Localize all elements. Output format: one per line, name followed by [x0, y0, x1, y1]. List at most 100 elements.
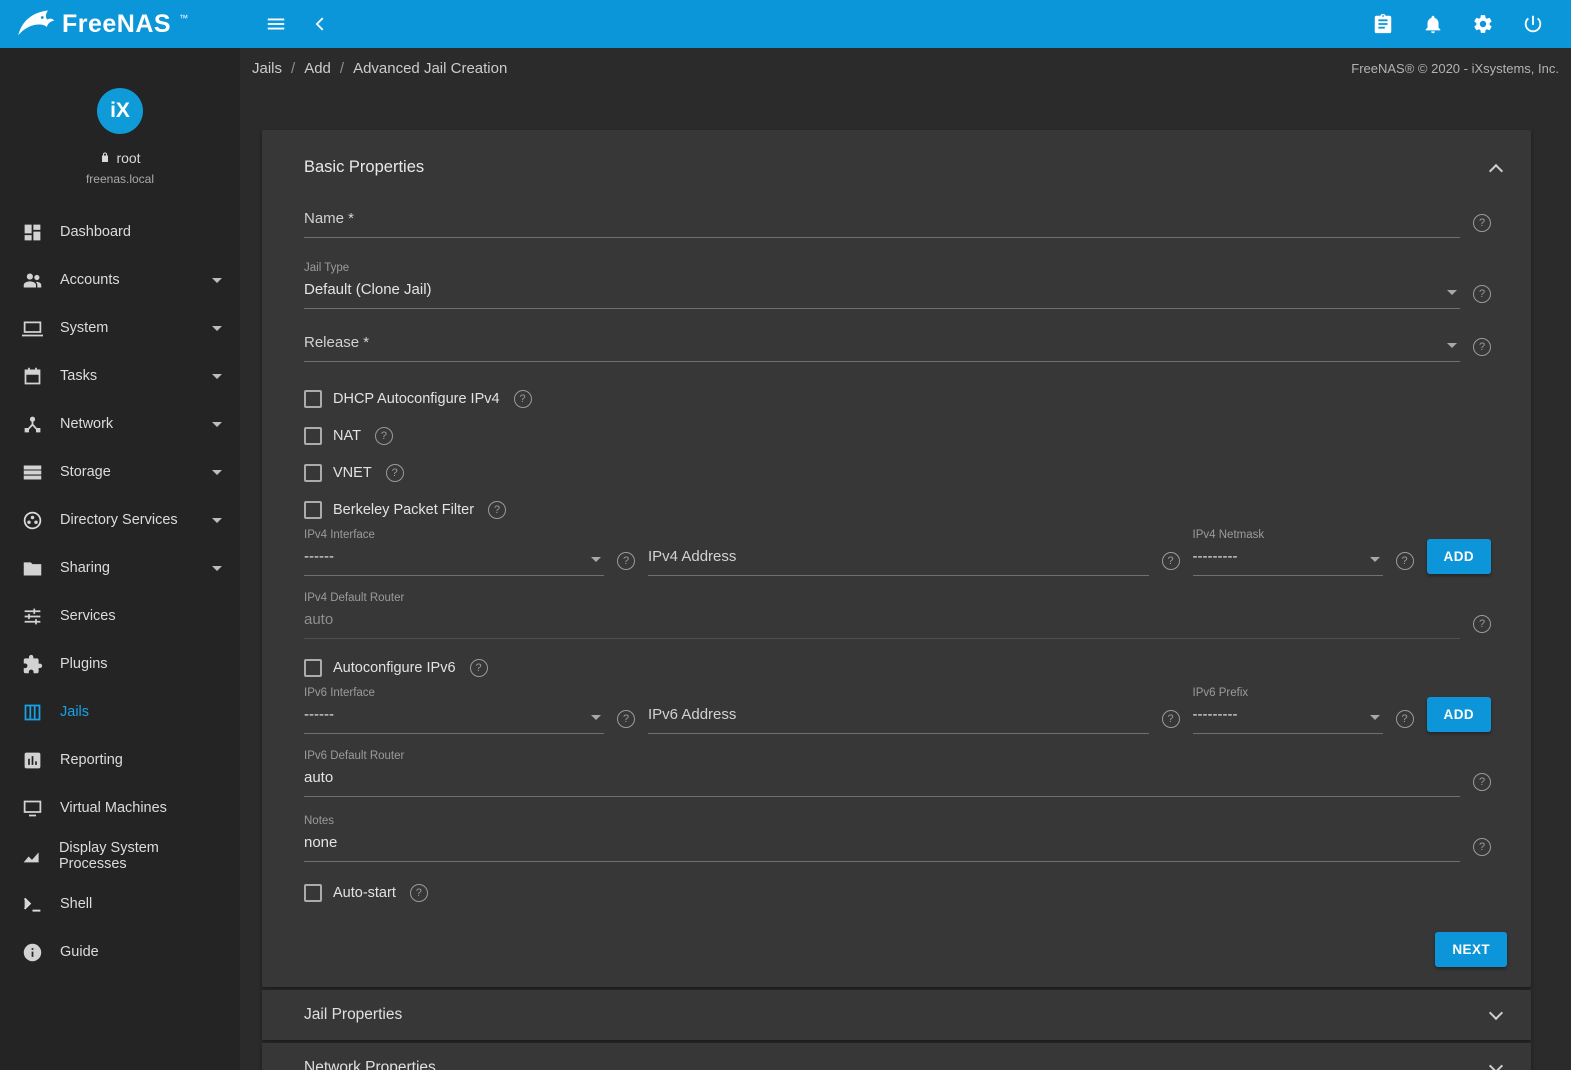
sidebar-item-jails[interactable]: Jails — [0, 688, 240, 736]
dhcp-checkbox[interactable] — [304, 390, 322, 408]
chevron-down-icon — [212, 326, 222, 331]
sidebar-item-guide[interactable]: Guide — [0, 928, 240, 976]
ipv6-address-input[interactable]: IPv6 Address — [648, 705, 1149, 734]
bpf-checkbox[interactable] — [304, 501, 322, 519]
notes-input[interactable]: Notes none — [304, 815, 1460, 862]
sidebar-item-accounts[interactable]: Accounts — [0, 256, 240, 304]
ipv6-add-button[interactable]: ADD — [1427, 697, 1491, 732]
help-icon[interactable]: ? — [410, 884, 428, 902]
people-icon — [22, 270, 43, 291]
sidebar-item-network[interactable]: Network — [0, 400, 240, 448]
jail-icon — [22, 702, 43, 723]
chevron-up-icon[interactable] — [1489, 163, 1503, 177]
back-button[interactable] — [298, 2, 342, 46]
topbar-actions — [1361, 2, 1571, 46]
sidebar-item-tasks[interactable]: Tasks — [0, 352, 240, 400]
gear-icon — [1472, 13, 1494, 35]
help-icon[interactable]: ? — [1162, 552, 1180, 570]
help-icon[interactable]: ? — [375, 427, 393, 445]
ipv4-netmask-select[interactable]: IPv4 Netmask --------- — [1193, 529, 1383, 576]
ipv6-prefix-select[interactable]: IPv6 Prefix --------- — [1193, 687, 1383, 734]
help-icon[interactable]: ? — [488, 501, 506, 519]
main-content: Jails / Add / Advanced Jail Creation Fre… — [240, 48, 1571, 1070]
release-select[interactable]: Release * — [304, 333, 1460, 362]
dropdown-caret-icon — [1447, 290, 1457, 295]
auto-start-checkbox[interactable] — [304, 884, 322, 902]
tasks-button[interactable] — [1361, 2, 1405, 46]
help-icon[interactable]: ? — [1473, 838, 1491, 856]
terminal-icon — [22, 894, 43, 915]
auto-start-label: Auto-start — [333, 885, 396, 901]
ipv4-default-router-label: IPv4 Default Router — [304, 592, 1460, 604]
sidebar-item-label: Virtual Machines — [60, 800, 167, 816]
basic-properties-header[interactable]: Basic Properties — [262, 130, 1531, 193]
sidebar-item-shell[interactable]: Shell — [0, 880, 240, 928]
help-icon[interactable]: ? — [386, 464, 404, 482]
help-icon[interactable]: ? — [1396, 552, 1414, 570]
sidebar-item-system[interactable]: System — [0, 304, 240, 352]
menu-button[interactable] — [254, 2, 298, 46]
ipv6-prefix-label: IPv6 Prefix — [1193, 687, 1383, 699]
freenas-logo[interactable]: FreeNAS ™ — [0, 0, 240, 48]
help-icon[interactable]: ? — [470, 659, 488, 677]
autoconfigure-ipv6-checkbox[interactable] — [304, 659, 322, 677]
device-hub-icon — [22, 414, 43, 435]
help-icon[interactable]: ? — [617, 552, 635, 570]
help-icon[interactable]: ? — [1473, 285, 1491, 303]
nat-checkbox[interactable] — [304, 427, 322, 445]
ipv6-prefix-value: --------- — [1193, 705, 1383, 725]
sidebar-item-sharing[interactable]: Sharing — [0, 544, 240, 592]
network-properties-panel[interactable]: Network Properties — [262, 1043, 1531, 1070]
next-button[interactable]: NEXT — [1435, 932, 1507, 967]
name-label: Name * — [304, 209, 1460, 229]
ipv6-default-router-input[interactable]: IPv6 Default Router auto — [304, 750, 1460, 797]
username: root — [116, 150, 140, 166]
help-icon[interactable]: ? — [1396, 710, 1414, 728]
help-icon[interactable]: ? — [1473, 338, 1491, 356]
name-input[interactable]: Name * — [304, 209, 1460, 238]
ipv4-add-button[interactable]: ADD — [1427, 539, 1491, 574]
help-icon[interactable]: ? — [1162, 710, 1180, 728]
sidebar-item-label: Plugins — [60, 656, 108, 672]
sidebar-item-virtual-machines[interactable]: Virtual Machines — [0, 784, 240, 832]
ipv6-interface-select[interactable]: IPv6 Interface ------ — [304, 687, 604, 734]
notifications-button[interactable] — [1411, 2, 1455, 46]
breadcrumb-current: Advanced Jail Creation — [353, 60, 507, 77]
sidebar-item-directory-services[interactable]: Directory Services — [0, 496, 240, 544]
jail-type-select[interactable]: Jail Type Default (Clone Jail) — [304, 262, 1460, 309]
sidebar-item-label: Display System Processes — [59, 840, 222, 872]
avatar: iX — [97, 88, 143, 134]
info-icon — [22, 942, 43, 963]
sidebar-item-reporting[interactable]: Reporting — [0, 736, 240, 784]
breadcrumb-separator: / — [291, 60, 295, 77]
sidebar-item-label: Storage — [60, 464, 111, 480]
chevron-down-icon — [212, 470, 222, 475]
sidebar-item-storage[interactable]: Storage — [0, 448, 240, 496]
jail-properties-panel[interactable]: Jail Properties — [262, 990, 1531, 1040]
sidebar-item-display-system-processes[interactable]: Display System Processes — [0, 832, 240, 880]
power-button[interactable] — [1511, 2, 1555, 46]
hostname: freenas.local — [0, 172, 240, 186]
ipv4-default-router-input: IPv4 Default Router auto — [304, 592, 1460, 639]
help-icon[interactable]: ? — [1473, 214, 1491, 232]
sidebar-item-services[interactable]: Services — [0, 592, 240, 640]
help-icon[interactable]: ? — [1473, 615, 1491, 633]
vnet-checkbox[interactable] — [304, 464, 322, 482]
ipv6-address-label: IPv6 Address — [648, 705, 1149, 725]
chevron-down-icon — [212, 518, 222, 523]
ipv6-interface-value: ------ — [304, 705, 604, 725]
calendar-icon — [22, 366, 43, 387]
dhcp-label: DHCP Autoconfigure IPv4 — [333, 391, 500, 407]
ipv4-interface-select[interactable]: IPv4 Interface ------ — [304, 529, 604, 576]
ipv4-address-input[interactable]: IPv4 Address — [648, 547, 1149, 576]
sidebar-item-dashboard[interactable]: Dashboard — [0, 208, 240, 256]
help-icon[interactable]: ? — [1473, 773, 1491, 791]
help-icon[interactable]: ? — [514, 390, 532, 408]
brand-tm: ™ — [179, 13, 188, 23]
sidebar-item-plugins[interactable]: Plugins — [0, 640, 240, 688]
breadcrumb-add[interactable]: Add — [304, 60, 331, 77]
settings-button[interactable] — [1461, 2, 1505, 46]
chevron-down-icon — [1489, 1006, 1503, 1020]
breadcrumb-jails[interactable]: Jails — [252, 60, 282, 77]
help-icon[interactable]: ? — [617, 710, 635, 728]
